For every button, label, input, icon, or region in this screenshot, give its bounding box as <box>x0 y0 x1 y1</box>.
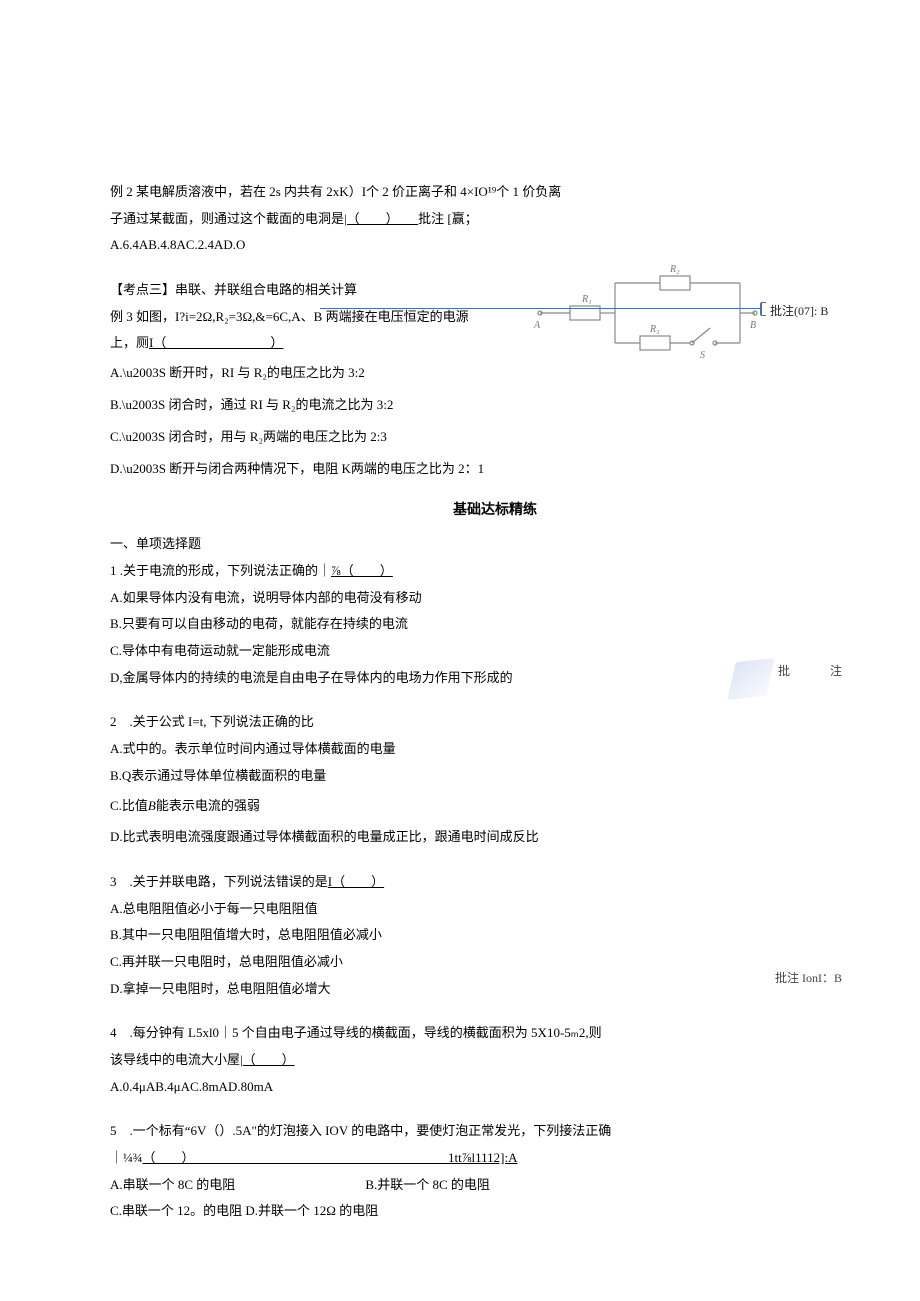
kp3-stem-line2: 上，厕I（ ） <box>110 331 880 356</box>
q2-B: B.Q表示通过导体单位横截面积的电量 <box>110 764 880 789</box>
kp3-optC-text: S 闭合时，用与 R₂两端的电压之比为 2:3 <box>158 429 387 444</box>
q3-stem-prefix: 3 .关于并联电路，下列说法错误的是 <box>110 874 328 889</box>
q1-stem: 1 .关于电流的形成，下列说法正确的｜⅞（ ） <box>110 559 880 584</box>
annotation-q2-label2: 注 <box>830 660 842 683</box>
kp3-optD-text: S 断开与闭合两种情况下，电阻 K两端的电压之比为 2：1 <box>159 461 484 476</box>
svg-text:R₃: R₃ <box>649 324 660 335</box>
kp3-title: 【考点三】串联、并联组合电路的相关计算 <box>110 278 880 303</box>
q2-C-mid: B <box>148 798 156 813</box>
circuit-diagram: R₁ R₂ R₃ S A B <box>530 258 760 368</box>
kp3-blank: I（ ） <box>149 335 283 350</box>
q3-B: B.其中一只电阻阻值增大时，总电阻阻值必减小 <box>110 923 880 948</box>
svg-text:R₂: R₂ <box>669 264 680 275</box>
comment-07: 批注(07]: B <box>770 300 828 323</box>
q2-D: D.比式表明电流强度跟通过导体横截面积的电量成正比，跟通电时间成反比 <box>110 825 880 850</box>
example2-line2: 子通过某截面，则通过这个截面的电洞是|（ ） 批注 [赢； <box>110 207 880 232</box>
q5-blank: （ ） <box>143 1150 189 1165</box>
q5-line2: ｜¼¾（ ） 1tt⅞l1112]:A <box>110 1146 880 1171</box>
example2-line2-suffix: 批注 [赢； <box>418 211 478 226</box>
q1-blank: ⅞（ ） <box>331 563 393 578</box>
svg-text:B: B <box>750 320 756 331</box>
q3-D: D.拿掉一只电阻时，总电阻阻值必增大 <box>110 977 880 1002</box>
example2-line1: 例 2 某电解质溶液中，若在 2s 内共有 2xK）I个 2 价正离子和 4×I… <box>110 180 880 205</box>
q5-AB: A.串联一个 8C 的电阻 B.并联一个 8C 的电阻 <box>110 1173 880 1198</box>
leader-line-07 <box>320 308 760 309</box>
example2-blank: |（ ） <box>344 207 418 232</box>
annotation-q2-label1: 批 <box>778 660 790 683</box>
q5-A: A.串联一个 8C 的电阻 <box>110 1177 235 1192</box>
q4-line2: 该导线中的电流大小屋|（ ） <box>110 1048 880 1073</box>
kp3-optC: C.\u2003S 闭合时，用与 R₂两端的电压之比为 2:3 <box>110 422 880 452</box>
q5-line2-suffix: 1tt⅞l1112]:A <box>188 1150 517 1165</box>
q3-stem: 3 .关于并联电路，下列说法错误的是I（ ） <box>110 870 880 895</box>
svg-text:A: A <box>533 320 541 331</box>
q2-C-prefix: C.比值 <box>110 798 148 813</box>
kp3-optD: D.\u2003S 断开与闭合两种情况下，电阻 K两端的电压之比为 2：1 <box>110 454 880 484</box>
q1-B: B.只要有可以自由移动的电荷，就能存在持续的电流 <box>110 612 880 637</box>
comment-q4: 批注 IonI：B <box>775 967 842 990</box>
q3-blank: I（ ） <box>328 874 384 889</box>
example2-options: A.6.4AB.4.8AC.2.4AD.O <box>110 233 880 258</box>
kp3-stem-prefix: 上，厕 <box>110 335 149 350</box>
practice-heading: 一、单项选择题 <box>110 532 880 557</box>
annotation-glyph-icon <box>727 658 774 700</box>
q2-A: A.式中的。表示单位时间内通过导体横截面的电量 <box>110 737 880 762</box>
kp3-optA: A.\u2003S 断开时，RI 与 R₂的电压之比为 3:2 <box>110 358 880 388</box>
kp3-optB-text: S 闭合时，通过 RI 与 R₂的电流之比为 3:2 <box>158 397 393 412</box>
q3-A: A.总电阻阻值必小于每一只电阻阻值 <box>110 897 880 922</box>
svg-text:R₁: R₁ <box>581 294 592 305</box>
svg-text:S: S <box>700 350 705 361</box>
q1-stem-prefix: 1 .关于电流的形成，下列说法正确的｜ <box>110 563 331 578</box>
q2-C: C.比值B能表示电流的强弱 <box>110 794 880 819</box>
section-title: 基础达标精练 <box>110 498 880 525</box>
q4-line1: 4 .每分钟有 L5xl0｜5 个自由电子通过导线的横截面，导线的横截面积为 5… <box>110 1021 880 1046</box>
kp3-optA-text: S 断开时，RI 与 R₂的电压之比为 3:2 <box>159 365 365 380</box>
q5-line2-prefix: ｜¼¾ <box>110 1150 143 1165</box>
q2-C-suffix: 能表示电流的强弱 <box>156 798 260 813</box>
q3-C: C.再并联一只电阻时，总电阻阻值必减小 <box>110 950 880 975</box>
q5-line1: 5 .一个标有“6V（）.5A"的灯泡接入 IOV 的电路中，要使灯泡正常发光，… <box>110 1119 880 1144</box>
kp3-optB: B.\u2003S 闭合时，通过 RI 与 R₂的电流之比为 3:2 <box>110 390 880 420</box>
q5-CD: C.串联一个 12。的电阻 D.并联一个 12Ω 的电阻 <box>110 1199 880 1224</box>
q1-A: A.如果导体内没有电流，说明导体内部的电荷没有移动 <box>110 586 880 611</box>
q4-blank: |（ ） <box>240 1052 295 1067</box>
q4-line2-prefix: 该导线中的电流大小屋 <box>110 1052 240 1067</box>
q4-options: A.0.4μAB.4μAC.8mAD.80mA <box>110 1075 880 1100</box>
q5-B: B.并联一个 8C 的电阻 <box>365 1177 490 1192</box>
example2-line2-prefix: 子通过某截面，则通过这个截面的电洞是 <box>110 211 344 226</box>
annotation-q2 <box>690 660 770 704</box>
q2-stem: 2 .关于公式 I=t, 下列说法正确的比 <box>110 710 880 735</box>
leader-brace-07 <box>760 302 766 316</box>
